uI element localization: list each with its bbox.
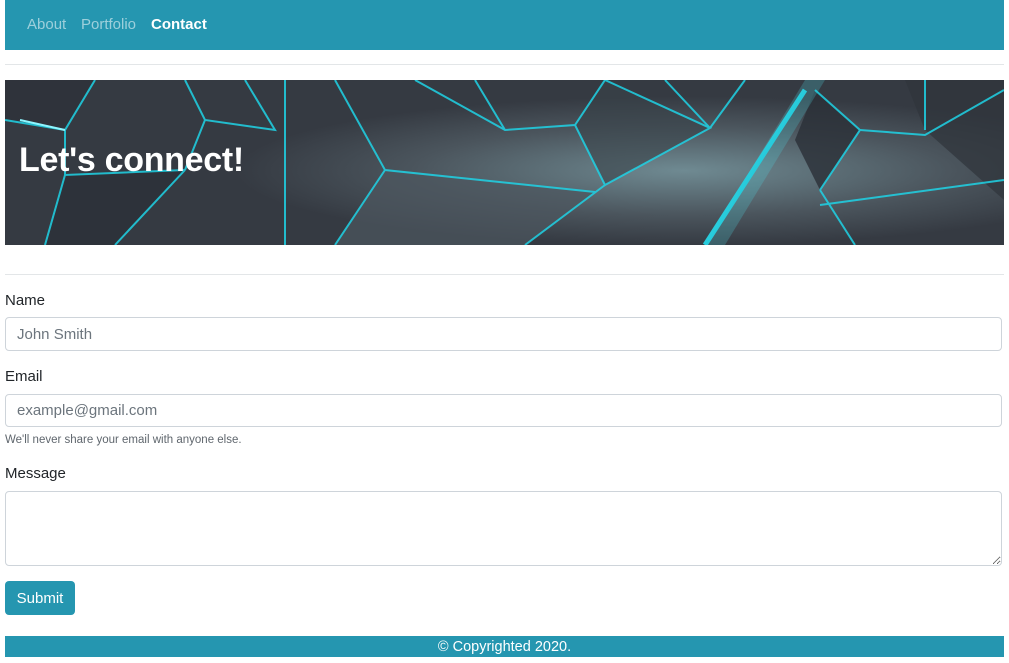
email-help-text: We'll never share your email with anyone… — [5, 434, 242, 446]
top-navbar: About Portfolio Contact — [5, 0, 1004, 50]
email-label: Email — [5, 368, 43, 385]
footer: © Copyrighted 2020. — [5, 636, 1004, 657]
hero-banner: Let's connect! — [5, 80, 1004, 245]
name-label: Name — [5, 292, 46, 309]
copyright-text: © Copyrighted 2020. — [437, 639, 572, 655]
nav-about-link[interactable]: About — [27, 16, 66, 34]
hero-title: Let's connect! — [19, 141, 244, 179]
nav-portfolio-link[interactable]: Portfolio — [81, 16, 136, 34]
nav-contact-link[interactable]: Contact — [151, 16, 207, 34]
divider-top — [5, 64, 1004, 65]
name-input[interactable] — [5, 317, 1002, 351]
divider-middle — [5, 274, 1004, 275]
message-label: Message — [5, 465, 66, 482]
page: About Portfolio Contact Let's connect! N… — [0, 0, 1009, 663]
email-input[interactable] — [5, 394, 1002, 427]
submit-button[interactable]: Submit — [5, 581, 75, 615]
message-textarea[interactable] — [5, 491, 1002, 566]
